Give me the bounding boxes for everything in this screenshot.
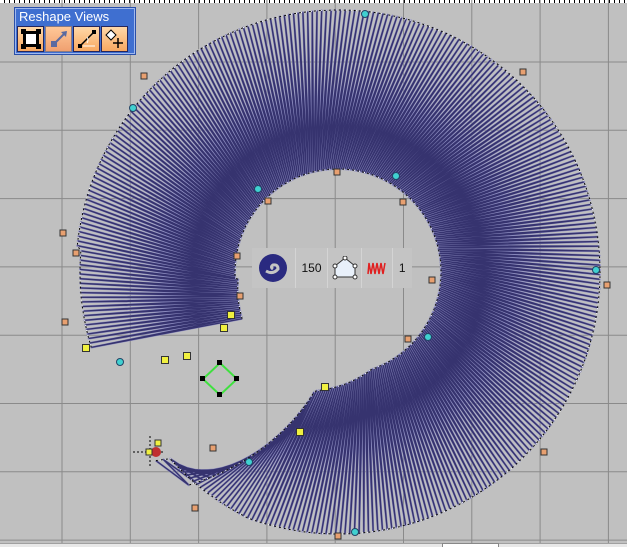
control-point[interactable] [61,318,69,326]
control-point[interactable] [59,229,67,237]
curve-point[interactable] [116,358,124,366]
control-point[interactable] [399,198,407,206]
corner-point[interactable] [321,383,329,391]
control-point[interactable] [540,448,548,456]
stitch-angles-icon [50,31,67,47]
control-point[interactable] [334,532,342,540]
scroll-thumb[interactable] [442,543,499,547]
corner-point[interactable] [296,428,304,436]
curve-point[interactable] [254,185,262,193]
spiral-fill-icon [259,254,288,282]
control-point[interactable] [233,252,241,260]
density-value[interactable]: 150 [296,248,329,288]
control-point[interactable] [191,504,199,512]
control-point[interactable] [209,444,217,452]
outline-button[interactable] [328,248,363,288]
reshape-line-button[interactable] [73,26,100,52]
control-point[interactable] [428,276,436,284]
show-object-icon [20,29,41,49]
panel-title: Reshape Views [19,9,110,24]
stitch-type-button[interactable] [252,248,296,288]
corner-point[interactable] [183,352,191,360]
reshape-views-panel: Reshape Views [14,7,136,55]
control-point[interactable] [333,168,341,176]
corner-point[interactable] [82,344,90,352]
corner-point[interactable] [227,311,235,319]
satin-effect-icon [367,262,386,275]
status-strip [0,543,627,547]
add-node-icon [104,29,123,48]
trailing-value[interactable]: 1 [393,248,413,288]
stitch-angles-button[interactable] [45,26,72,52]
curve-point[interactable] [129,104,137,112]
selection-diamond[interactable] [200,360,239,397]
curve-point[interactable] [424,333,432,341]
control-point[interactable] [519,68,527,76]
control-point[interactable] [72,249,80,257]
effect-button[interactable] [362,248,393,288]
control-point[interactable] [264,197,272,205]
corner-point[interactable] [161,356,169,364]
add-node-button[interactable] [101,26,128,52]
control-point[interactable] [236,292,244,300]
corner-point[interactable] [220,324,228,332]
curve-point[interactable] [392,172,400,180]
curve-point[interactable] [592,266,600,274]
reshape-line-icon [77,30,96,48]
curve-point[interactable] [351,528,359,536]
control-point[interactable] [404,335,412,343]
object-quick-toolbar: 150 1 [252,248,412,288]
control-point[interactable] [603,281,611,289]
control-point[interactable] [140,72,148,80]
show-object-button[interactable] [17,26,44,52]
outline-shape-icon [332,256,358,280]
curve-point[interactable] [361,10,369,18]
curve-point[interactable] [245,458,253,466]
